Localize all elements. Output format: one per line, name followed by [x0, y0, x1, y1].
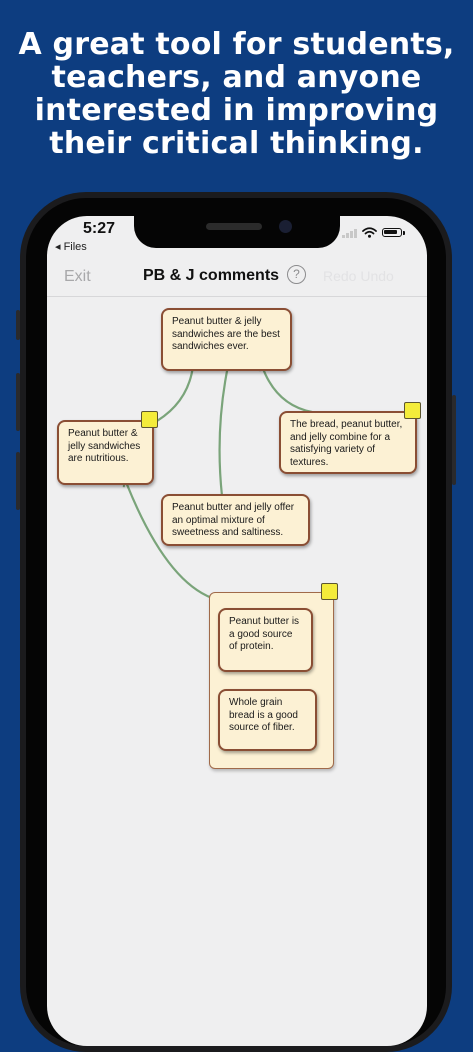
speaker-grille	[206, 223, 262, 230]
question-circle-icon[interactable]: ?	[287, 265, 306, 284]
headline-line: teachers, and anyone	[51, 60, 422, 95]
cellular-signal-icon	[342, 228, 357, 238]
battery-tip	[403, 230, 405, 235]
sticky-note-icon[interactable]	[141, 411, 158, 428]
headline-line: interested in improving	[34, 93, 439, 128]
variety-card[interactable]: The bread, peanut butter, and jelly comb…	[279, 411, 417, 474]
phone-volume-up	[16, 373, 20, 431]
phone-mute-switch	[16, 310, 20, 340]
sticky-note-icon[interactable]	[321, 583, 338, 600]
nutritious-card[interactable]: Peanut butter & jelly sandwiches are nut…	[57, 420, 154, 485]
redo-undo-buttons[interactable]: Redo Undo	[323, 268, 394, 284]
phone-notch	[134, 216, 340, 248]
protein-card[interactable]: Peanut butter is a good source of protei…	[218, 608, 313, 672]
mixture-card[interactable]: Peanut butter and jelly offer an optimal…	[161, 494, 310, 546]
back-to-files-link[interactable]: ◂ Files	[55, 240, 87, 253]
status-indicators	[342, 227, 405, 238]
phone-volume-down	[16, 452, 20, 510]
status-time: 5:27	[83, 220, 116, 237]
navigation-bar: Exit PB & J comments ? Redo Undo	[47, 256, 427, 297]
headline-line: their critical thinking.	[49, 126, 424, 161]
sticky-note-icon[interactable]	[404, 402, 421, 419]
headline-line: A great tool for students,	[18, 27, 455, 62]
claim-card[interactable]: Peanut butter & jelly sandwiches are the…	[161, 308, 292, 371]
front-camera	[279, 220, 292, 233]
document-title: PB & J comments	[143, 267, 280, 284]
phone-power-button	[452, 395, 456, 485]
battery-icon	[382, 228, 402, 237]
promo-headline: A great tool for students, teachers, and…	[0, 28, 473, 160]
exit-button[interactable]: Exit	[64, 268, 91, 286]
fiber-card[interactable]: Whole grain bread is a good source of fi…	[218, 689, 317, 751]
wifi-icon	[362, 227, 377, 238]
